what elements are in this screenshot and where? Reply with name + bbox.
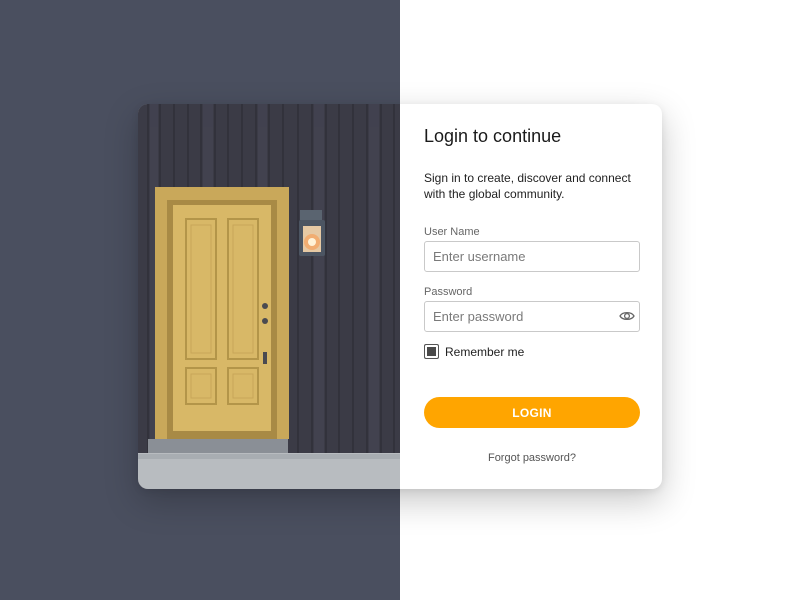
password-input[interactable] xyxy=(425,302,639,331)
subtitle: Sign in to create, discover and connect … xyxy=(424,171,631,201)
forgot-password-link[interactable]: Forgot password? xyxy=(424,452,640,464)
username-field[interactable] xyxy=(424,241,640,272)
password-label: Password xyxy=(424,286,473,298)
door-photo xyxy=(138,104,400,489)
login-button[interactable]: LOGIN xyxy=(424,397,640,428)
username-input[interactable] xyxy=(425,242,639,271)
eye-icon[interactable] xyxy=(619,309,635,323)
remember-me-checkbox[interactable]: Remember me xyxy=(424,344,524,359)
door-photo-illustration xyxy=(138,104,400,489)
password-field[interactable] xyxy=(424,301,640,332)
username-label: User Name xyxy=(424,226,480,238)
login-card: Login to continue Sign in to create, dis… xyxy=(138,104,662,489)
remember-me-label: Remember me xyxy=(445,344,525,359)
login-form: Login to continue Sign in to create, dis… xyxy=(400,104,662,489)
page-title: Login to continue xyxy=(424,126,562,146)
checkbox-checked-icon[interactable] xyxy=(424,344,439,359)
page: Login to continue Sign in to create, dis… xyxy=(0,0,800,600)
